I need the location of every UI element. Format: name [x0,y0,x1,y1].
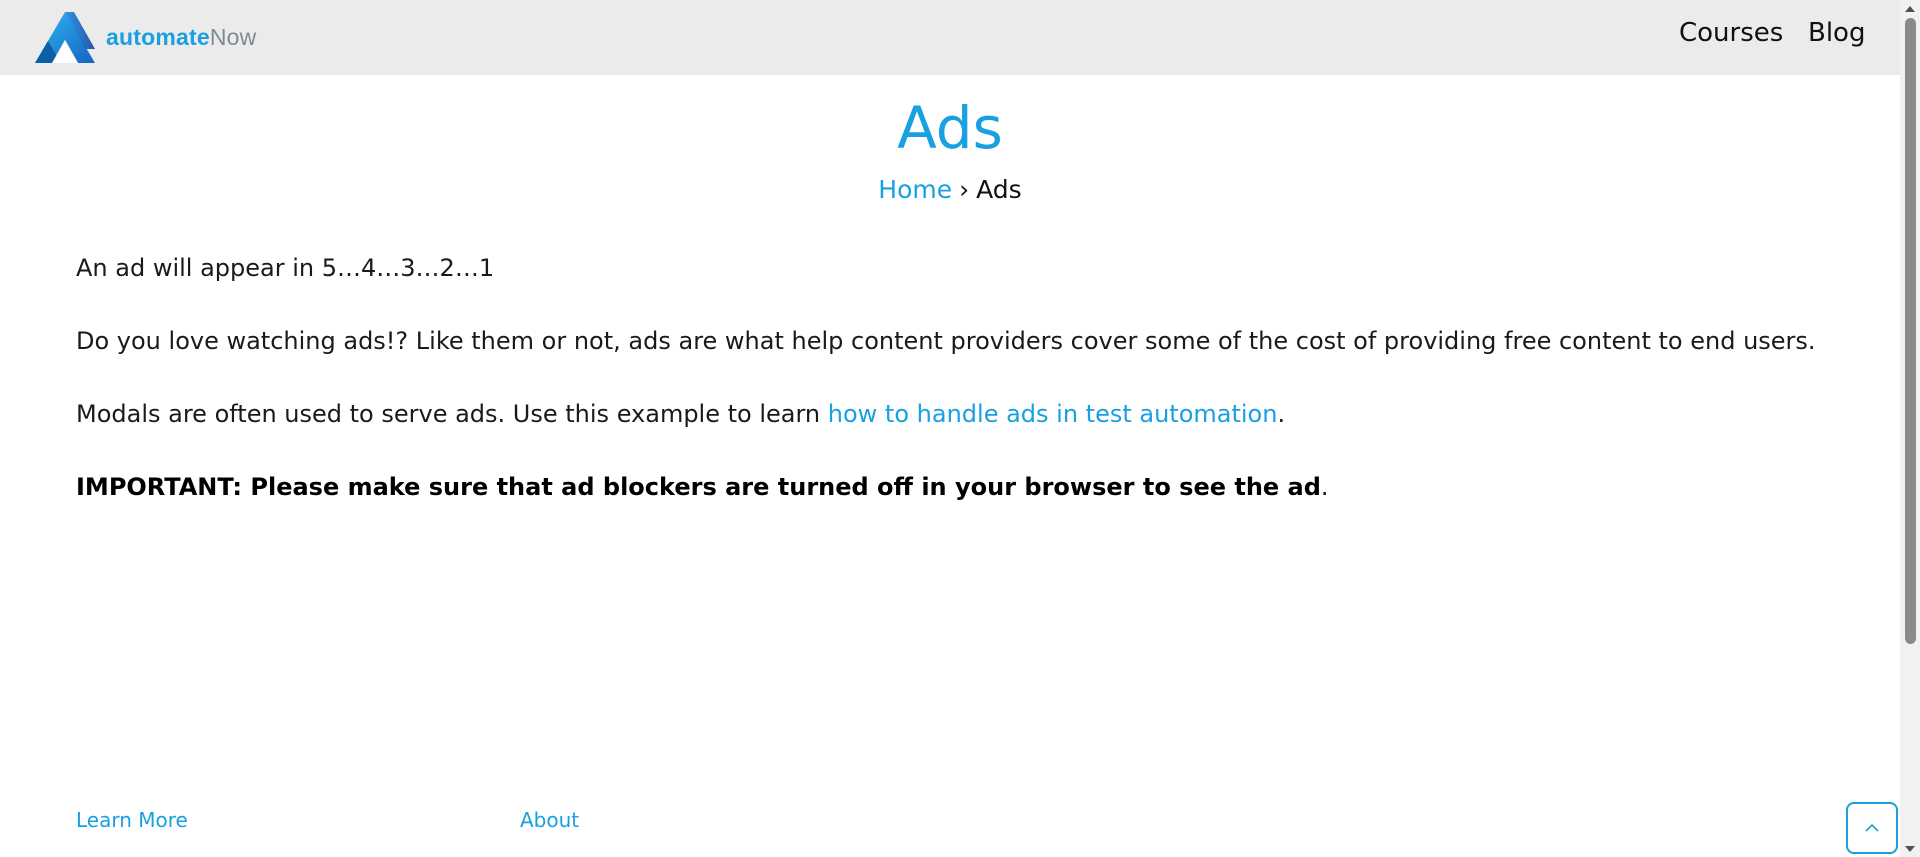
breadcrumb-separator: › [959,175,970,204]
important-period: . [1320,473,1329,501]
chevron-up-icon [1865,823,1879,832]
footer-learn-more-link[interactable]: Learn More [76,808,188,832]
countdown-text: An ad will appear in 5…4…3…2…1 [76,254,495,282]
breadcrumb-home-link[interactable]: Home [878,175,952,204]
page-title: Ads [897,94,1003,162]
important-notice: IMPORTANT: Please make sure that ad bloc… [76,473,1321,501]
nav-blog[interactable]: Blog [1808,18,1865,48]
scroll-up-arrow-icon[interactable] [1900,0,1920,17]
modal-text-after: . [1277,400,1286,428]
modal-text-before: Modals are often used to serve ads. Use … [76,400,828,428]
logo-text-primary: automate [106,24,210,50]
logo-text: automateNow [106,24,256,51]
modal-paragraph: Modals are often used to serve ads. Use … [76,396,1876,432]
handle-ads-link[interactable]: how to handle ads in test automation [828,400,1278,428]
page: automateNow Courses Blog Ads Home › Ads An… [0,0,1920,857]
main-content: An ad will appear in 5…4…3…2…1 Do you lo… [76,250,1876,542]
logo-text-secondary: Now [209,24,257,50]
breadcrumb: Home › Ads [0,172,1900,208]
logo-link[interactable]: automateNow [34,11,256,64]
scroll-down-arrow-icon[interactable] [1900,840,1920,857]
nav-courses[interactable]: Courses [1679,18,1783,48]
scrollbar-thumb[interactable] [1905,18,1916,644]
breadcrumb-current: Ads [976,175,1022,204]
important-paragraph: IMPORTANT: Please make sure that ad bloc… [76,469,1876,505]
automatenow-logo-icon [35,12,95,63]
intro-paragraph: Do you love watching ads!? Like them or … [76,327,1816,355]
back-to-top-button[interactable] [1846,802,1898,854]
site-header: automateNow Courses Blog [0,0,1900,75]
vertical-scrollbar[interactable] [1900,0,1920,857]
footer-about-link[interactable]: About [520,808,579,832]
